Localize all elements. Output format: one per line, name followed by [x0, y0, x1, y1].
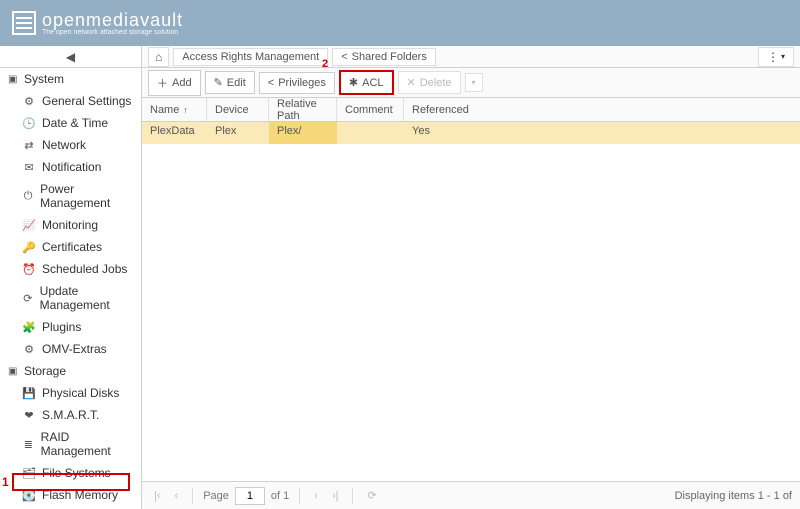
- pager-page-input[interactable]: [235, 487, 265, 505]
- app-header: openmediavault The open network attached…: [0, 0, 800, 46]
- puzzle-icon: 🧩: [22, 321, 36, 334]
- network-icon: ⇄: [22, 139, 36, 152]
- edit-icon: ✎: [214, 76, 223, 89]
- add-button[interactable]: ＋Add: [148, 70, 201, 96]
- delete-button: ✕Delete: [398, 71, 461, 94]
- column-device[interactable]: Device: [207, 98, 269, 121]
- key-icon: 🔑: [22, 241, 36, 254]
- pager-display-text: Displaying items 1 - 1 of: [675, 490, 792, 502]
- share-icon: <: [341, 51, 347, 63]
- table-header: Name↑ Device Relative Path Comment Refer…: [142, 98, 800, 122]
- chart-icon: 📈: [22, 219, 36, 232]
- pager: |‹ ‹ Page of 1 › ›| ⟳ Displaying items 1…: [142, 481, 800, 509]
- cell-relpath: Plex/: [269, 122, 337, 144]
- sidebar-item-notification[interactable]: ✉Notification: [0, 156, 141, 178]
- power-icon: ⏻: [22, 190, 34, 203]
- breadcrumb-item-1[interactable]: Access Rights Management: [173, 48, 328, 66]
- cell-comment: [337, 122, 404, 144]
- sidebar-item-monitoring[interactable]: 📈Monitoring: [0, 214, 141, 236]
- sidebar-item-power-management[interactable]: ⏻Power Management: [0, 178, 141, 214]
- sidebar-section-storage[interactable]: ▣Storage: [0, 360, 141, 382]
- sort-asc-icon: ↑: [183, 105, 188, 115]
- annotation-1-box: [12, 473, 130, 491]
- breadcrumb-menu-button[interactable]: ⋮ ▾: [758, 47, 794, 67]
- breadcrumb-item-2[interactable]: <Shared Folders: [332, 48, 436, 66]
- cell-ref: Yes: [404, 122, 800, 144]
- table-row[interactable]: PlexData Plex Plex/ Yes: [142, 122, 800, 144]
- column-referenced[interactable]: Referenced: [404, 98, 800, 121]
- main-panel: ⌂ Access Rights Management <Shared Folde…: [142, 46, 800, 509]
- delete-menu-button: ▾: [465, 73, 483, 92]
- logo: openmediavault The open network attached…: [12, 11, 183, 36]
- edit-button[interactable]: ✎Edit: [205, 71, 255, 94]
- sidebar-item-omv-extras[interactable]: ⚙OMV-Extras: [0, 338, 141, 360]
- pager-last-button[interactable]: ›|: [328, 490, 343, 502]
- logo-title: openmediavault: [42, 11, 183, 29]
- breadcrumb-home[interactable]: ⌂: [148, 47, 169, 67]
- sidebar-section-system[interactable]: ▣System: [0, 68, 141, 90]
- toolbar: ＋Add ✎Edit <Privileges ✱ACL ✕Delete ▾ 2: [142, 68, 800, 98]
- stack-icon: ≣: [22, 438, 35, 451]
- person-icon: ✱: [349, 76, 358, 89]
- annotation-1: 1: [2, 475, 9, 489]
- sidebar-item-network[interactable]: ⇄Network: [0, 134, 141, 156]
- pager-refresh-button[interactable]: ⟳: [363, 489, 380, 502]
- column-comment[interactable]: Comment: [337, 98, 404, 121]
- sidebar-item-plugins[interactable]: 🧩Plugins: [0, 316, 141, 338]
- sidebar-item-raid-management[interactable]: ≣RAID Management: [0, 426, 141, 462]
- mail-icon: ✉: [22, 161, 36, 174]
- heart-icon: ❤: [22, 409, 36, 422]
- sidebar-item-general-settings[interactable]: ⚙General Settings: [0, 90, 141, 112]
- column-relative-path[interactable]: Relative Path: [269, 98, 337, 121]
- column-name[interactable]: Name↑: [142, 98, 207, 121]
- privileges-button[interactable]: <Privileges: [259, 72, 335, 94]
- acl-button[interactable]: ✱ACL: [339, 70, 394, 95]
- x-icon: ✕: [407, 76, 416, 89]
- disk-icon: 💾: [22, 387, 36, 400]
- annotation-2: 2: [322, 58, 328, 70]
- share-icon: <: [268, 77, 274, 89]
- sidebar: ◀ ▣System ⚙General Settings 🕒Date & Time…: [0, 46, 142, 509]
- breadcrumb: ⌂ Access Rights Management <Shared Folde…: [142, 46, 800, 68]
- logo-icon: [12, 11, 36, 35]
- plus-icon: ＋: [157, 75, 168, 91]
- pager-of-label: of 1: [271, 490, 289, 502]
- sidebar-item-update-management[interactable]: ⟳Update Management: [0, 280, 141, 316]
- logo-subtitle: The open network attached storage soluti…: [42, 29, 183, 36]
- sidebar-item-physical-disks[interactable]: 💾Physical Disks: [0, 382, 141, 404]
- sidebar-item-date-time[interactable]: 🕒Date & Time: [0, 112, 141, 134]
- gear-icon: ⚙: [22, 95, 36, 108]
- cell-name: PlexData: [142, 122, 207, 144]
- gear-icon: ⚙: [22, 343, 36, 356]
- clock-icon: 🕒: [22, 117, 36, 130]
- cell-device: Plex: [207, 122, 269, 144]
- sidebar-item-smart[interactable]: ❤S.M.A.R.T.: [0, 404, 141, 426]
- pager-next-button[interactable]: ›: [310, 490, 322, 502]
- sidebar-item-scheduled-jobs[interactable]: ⏰Scheduled Jobs: [0, 258, 141, 280]
- pager-prev-button[interactable]: ‹: [171, 490, 183, 502]
- alarm-icon: ⏰: [22, 263, 36, 276]
- pager-page-label: Page: [203, 490, 229, 502]
- sidebar-item-certificates[interactable]: 🔑Certificates: [0, 236, 141, 258]
- sidebar-collapse-button[interactable]: ◀: [0, 46, 141, 68]
- pager-first-button[interactable]: |‹: [150, 490, 165, 502]
- update-icon: ⟳: [22, 292, 34, 305]
